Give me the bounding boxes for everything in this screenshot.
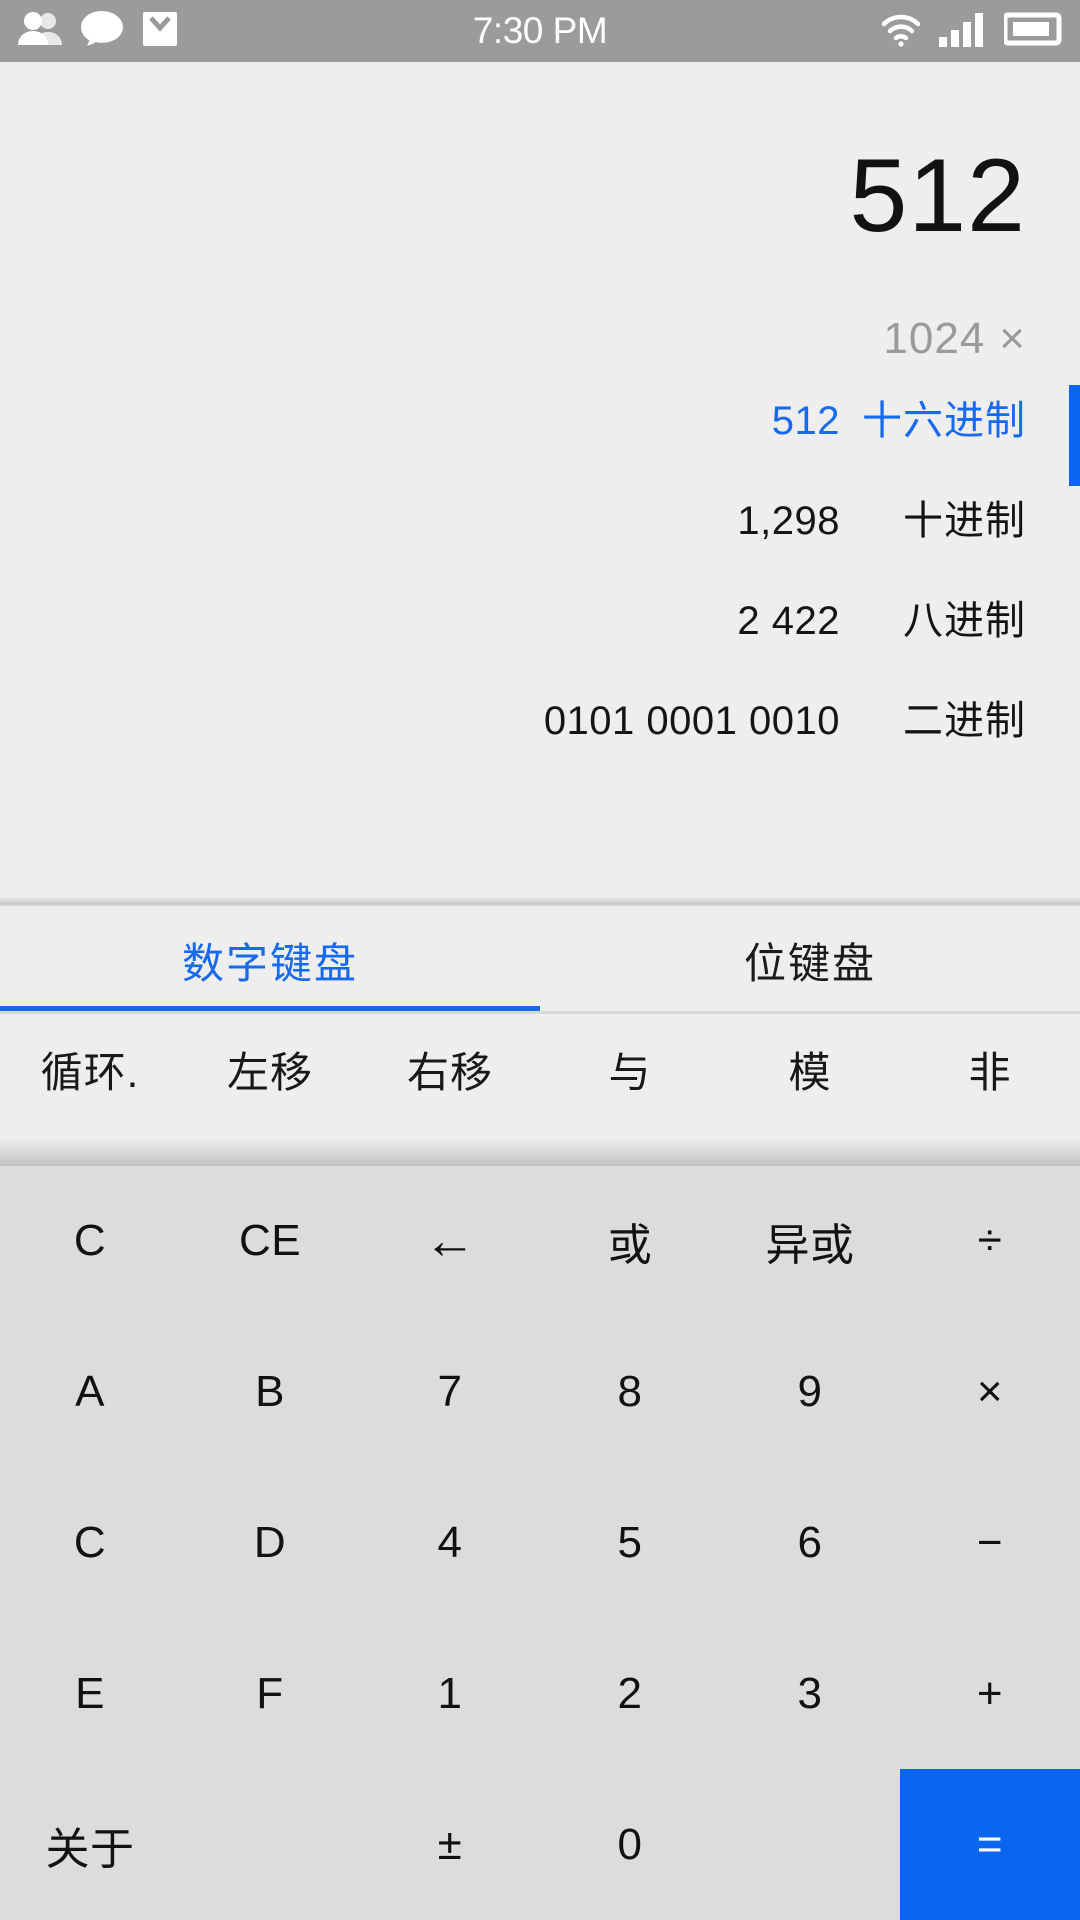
bitwise-function-row: 循环. 左移 右移 与 模 非 <box>0 1014 1080 1124</box>
wifi-icon <box>878 11 924 52</box>
func-key-not[interactable]: 非 <box>900 1014 1080 1124</box>
tab-bit-keypad[interactable]: 位键盘 <box>540 906 1080 1014</box>
mail-icon <box>140 9 180 54</box>
key-5[interactable]: 5 <box>540 1468 720 1619</box>
key-equals[interactable]: = <box>900 1769 1080 1920</box>
key-0[interactable]: 0 <box>540 1769 720 1920</box>
battery-icon <box>1002 11 1062 52</box>
key-3[interactable]: 3 <box>720 1618 900 1769</box>
key-multiply[interactable]: × <box>900 1317 1080 1468</box>
display-keypad-divider <box>0 898 1080 906</box>
keypad-row-5: 关于 ± 0 = <box>0 1769 1080 1920</box>
base-conversion-list: 512 十六进制 1,298 十进制 2 422 八进制 0101 0001 0… <box>0 388 1050 788</box>
key-clear-entry[interactable]: CE <box>180 1166 360 1317</box>
key-clear[interactable]: C <box>0 1166 180 1317</box>
key-add[interactable]: + <box>900 1618 1080 1769</box>
keypad-row-2: A B 7 8 9 × <box>0 1317 1080 1468</box>
pending-expression: 1024 × <box>0 248 1050 364</box>
calculator-app-screen: 7:30 PM 512 1024 × 512 十六进制 1,298 十进制 2 … <box>0 0 1080 1920</box>
function-row-shadow <box>0 1124 1080 1166</box>
key-8[interactable]: 8 <box>540 1317 720 1468</box>
key-1[interactable]: 1 <box>360 1618 540 1769</box>
base-value-oct: 2 422 <box>737 599 840 643</box>
key-6[interactable]: 6 <box>720 1468 900 1619</box>
base-row-bin[interactable]: 0101 0001 0010 二进制 <box>0 688 1050 788</box>
keypad-row-4: E F 1 2 3 + <box>0 1618 1080 1769</box>
calculator-display[interactable]: 512 1024 × 512 十六进制 1,298 十进制 2 422 八进制 0… <box>0 62 1080 898</box>
base-label-oct: 八进制 <box>903 599 1026 643</box>
key-xor[interactable]: 异或 <box>720 1166 900 1317</box>
key-f[interactable]: F <box>180 1618 360 1769</box>
base-row-hex[interactable]: 512 十六进制 <box>0 388 1050 488</box>
func-key-shift-left[interactable]: 左移 <box>180 1014 360 1124</box>
key-subtract[interactable]: − <box>900 1468 1080 1619</box>
display-scrollbar[interactable] <box>1069 385 1080 486</box>
keypad-row-1: C CE ← 或 异或 ÷ <box>0 1166 1080 1317</box>
status-bar: 7:30 PM <box>0 0 1080 62</box>
func-key-shift-right[interactable]: 右移 <box>360 1014 540 1124</box>
key-about[interactable]: 关于 <box>0 1769 180 1920</box>
base-label-dec: 十进制 <box>903 499 1026 543</box>
key-9[interactable]: 9 <box>720 1317 900 1468</box>
status-bar-notification-icons <box>18 9 180 54</box>
key-7[interactable]: 7 <box>360 1317 540 1468</box>
key-d[interactable]: D <box>180 1468 360 1619</box>
base-row-oct[interactable]: 2 422 八进制 <box>0 588 1050 688</box>
func-key-rotate[interactable]: 循环. <box>0 1014 180 1124</box>
base-label-bin: 二进制 <box>903 699 1026 743</box>
base-label-hex: 十六进制 <box>862 399 1026 443</box>
numeric-keypad: C CE ← 或 异或 ÷ A B 7 8 9 × C D 4 5 6 − E … <box>0 1166 1080 1920</box>
key-divide[interactable]: ÷ <box>900 1166 1080 1317</box>
base-row-dec[interactable]: 1,298 十进制 <box>0 488 1050 588</box>
key-e[interactable]: E <box>0 1618 180 1769</box>
key-2[interactable]: 2 <box>540 1618 720 1769</box>
key-backspace[interactable]: ← <box>360 1166 540 1317</box>
key-spacer-right <box>720 1769 900 1920</box>
tab-numeric-keypad[interactable]: 数字键盘 <box>0 906 540 1014</box>
key-4[interactable]: 4 <box>360 1468 540 1619</box>
base-value-bin: 0101 0001 0010 <box>543 699 840 743</box>
people-icon <box>18 11 64 52</box>
chat-bubble-icon <box>80 10 124 53</box>
key-spacer-left <box>180 1769 360 1920</box>
pending-operator: × <box>999 314 1026 363</box>
base-value-dec: 1,298 <box>737 499 840 543</box>
key-sign-toggle[interactable]: ± <box>360 1769 540 1920</box>
status-bar-system-icons <box>878 11 1062 52</box>
base-value-hex: 512 <box>771 399 840 443</box>
func-key-mod[interactable]: 模 <box>720 1014 900 1124</box>
primary-result: 512 <box>849 138 1026 254</box>
key-b[interactable]: B <box>180 1317 360 1468</box>
key-c[interactable]: C <box>0 1468 180 1619</box>
cellular-signal-icon <box>938 11 990 52</box>
func-key-and[interactable]: 与 <box>540 1014 720 1124</box>
keypad-tabs: 数字键盘 位键盘 <box>0 906 1080 1014</box>
key-a[interactable]: A <box>0 1317 180 1468</box>
keypad-row-3: C D 4 5 6 − <box>0 1468 1080 1619</box>
pending-operand: 1024 <box>883 314 986 363</box>
key-or[interactable]: 或 <box>540 1166 720 1317</box>
